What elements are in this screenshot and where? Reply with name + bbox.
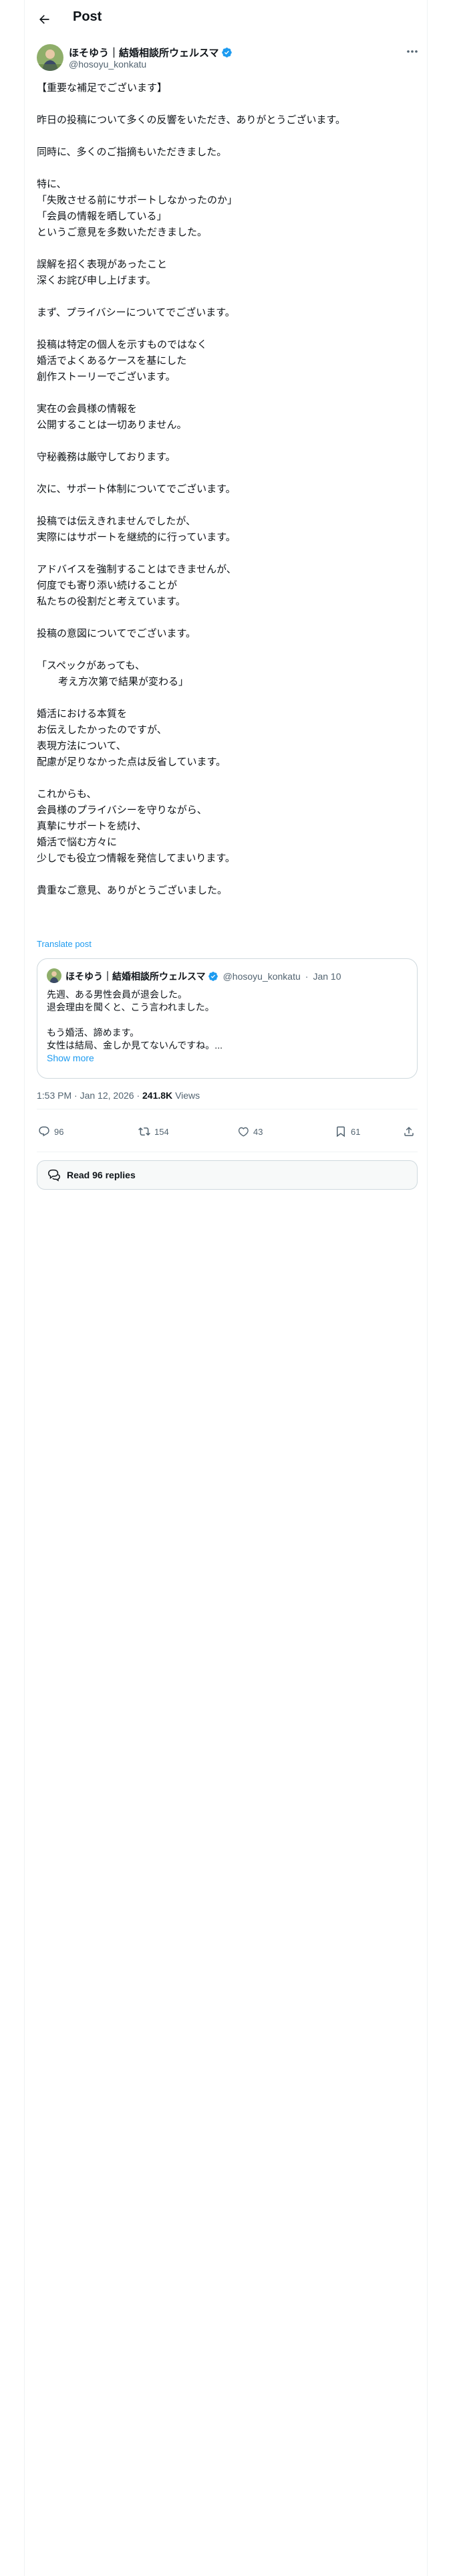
author-name[interactable]: ほそゆう｜結婚相談所ウェルスマ — [69, 45, 219, 60]
reply-button[interactable]: 96 — [38, 1117, 63, 1146]
share-icon — [404, 1126, 414, 1136]
views-label: Views — [175, 1090, 200, 1101]
author-avatar[interactable] — [37, 44, 63, 71]
verified-badge-icon — [208, 972, 218, 981]
post-paragraph: 【重要な補足でございます】 — [37, 82, 168, 94]
bookmark-button[interactable]: 61 — [335, 1117, 360, 1146]
post-paragraph: アドバイスを強制することはできませんが、 何度でも寄り添い続けることが 私たちの… — [37, 564, 237, 607]
quoted-post-header: ほそゆう｜結婚相談所ウェルスマ @hosoyu_konkatu · Jan 10 — [65, 970, 341, 983]
post-paragraph: これからも、 会員様のプライバシーを守りながら、 真摯にサポートを続け、 婚活で… — [37, 788, 235, 864]
post-column: Post ほそゆう｜結婚相談所ウェルスマ @hosoyu_konkatu 【重要… — [24, 0, 428, 2576]
more-options-button[interactable] — [405, 45, 420, 58]
post-paragraph: 特に、 「失敗させる前にサポートしなかったのか」 「会員の情報を晒している」 と… — [37, 179, 238, 238]
quoted-post[interactable]: ほそゆう｜結婚相談所ウェルスマ @hosoyu_konkatu · Jan 10… — [37, 958, 418, 1079]
show-more-link[interactable]: Show more — [47, 1053, 94, 1063]
quoted-text: 先週、ある男性会員が退会した。 退会理由を聞くと、こう言われました。 もう婚活、… — [47, 989, 222, 1051]
post-paragraph: 次に、サポート体制についてでございます。 — [37, 484, 236, 495]
repost-icon — [138, 1127, 150, 1136]
post-paragraph: 誤解を招く表現があったこと 深くお詫び申し上げます。 — [37, 259, 168, 286]
back-button[interactable] — [33, 8, 55, 31]
translate-post-link[interactable]: Translate post — [37, 939, 92, 949]
post-paragraph: 同時に、多くのご指摘もいただきました。 — [37, 146, 227, 158]
read-replies-button[interactable]: Read 96 replies — [37, 1160, 418, 1190]
quoted-author-name: ほそゆう｜結婚相談所ウェルスマ — [65, 971, 206, 982]
post-timestamp-row: 1:53 PM · Jan 12, 2026 · 241.8K Views — [37, 1090, 200, 1101]
repost-button[interactable]: 154 — [138, 1117, 169, 1146]
read-replies-label: Read 96 replies — [67, 1170, 136, 1180]
post-time[interactable]: 1:53 PM — [37, 1090, 71, 1101]
quoted-author-handle: @hosoyu_konkatu — [222, 971, 301, 982]
page-header: Post — [25, 0, 427, 37]
like-count: 43 — [253, 1126, 263, 1137]
arrow-left-icon — [39, 15, 49, 24]
repost-count: 154 — [154, 1126, 169, 1137]
post-paragraph: 婚活における本質を お伝えしたかったのですが、 表現方法について、 配慮が足りな… — [37, 708, 227, 768]
share-button[interactable] — [403, 1117, 415, 1146]
quoted-date: Jan 10 — [313, 971, 341, 982]
like-button[interactable]: 43 — [237, 1117, 263, 1146]
author-name-row: ほそゆう｜結婚相談所ウェルスマ — [69, 45, 233, 60]
post-paragraph: 実在の会員様の情報を 公開することは一切ありません。 — [37, 403, 187, 431]
quoted-author-avatar — [47, 968, 61, 983]
post-paragraph: 投稿では伝えきれませんでしたが、 実際にはサポートを継続的に行っています。 — [37, 516, 236, 543]
post-date[interactable]: Jan 12, 2026 — [80, 1090, 134, 1101]
heart-icon — [238, 1127, 249, 1137]
quoted-separator: · — [305, 971, 309, 982]
post-actions: 96 154 43 61 — [37, 1117, 418, 1146]
chat-bubbles-icon — [48, 1169, 60, 1182]
post-paragraph: 守秘義務は厳守しております。 — [37, 451, 176, 463]
author-handle[interactable]: @hosoyu_konkatu — [69, 59, 146, 70]
views-count: 241.8K — [142, 1090, 173, 1101]
post-paragraph: 投稿は特定の個人を示すものではなく 婚活でよくあるケースを基にした 創作ストーリ… — [37, 339, 208, 383]
verified-badge-icon — [221, 47, 232, 58]
post-paragraph: 貴重なご意見、ありがとうございました。 — [37, 885, 228, 896]
post-paragraph: まず、プライバシーについてでございます。 — [37, 307, 235, 318]
page-title: Post — [73, 9, 102, 24]
reply-icon — [39, 1126, 49, 1137]
post-paragraph: 昨日の投稿について多くの反響をいただき、ありがとうございます。 — [37, 114, 346, 126]
post-paragraph: 「スペックがあっても、 考え方次第で結果が変わる」 — [37, 660, 189, 687]
bookmark-count: 61 — [351, 1126, 361, 1137]
more-dots-icon — [407, 50, 418, 53]
bookmark-icon — [337, 1126, 345, 1138]
post-paragraph: 投稿の意図についてでございます。 — [37, 628, 196, 639]
reply-count: 96 — [54, 1126, 64, 1137]
post-text: 【重要な補足でございます】 昨日の投稿について多くの反響をいただき、ありがとうご… — [37, 80, 418, 915]
